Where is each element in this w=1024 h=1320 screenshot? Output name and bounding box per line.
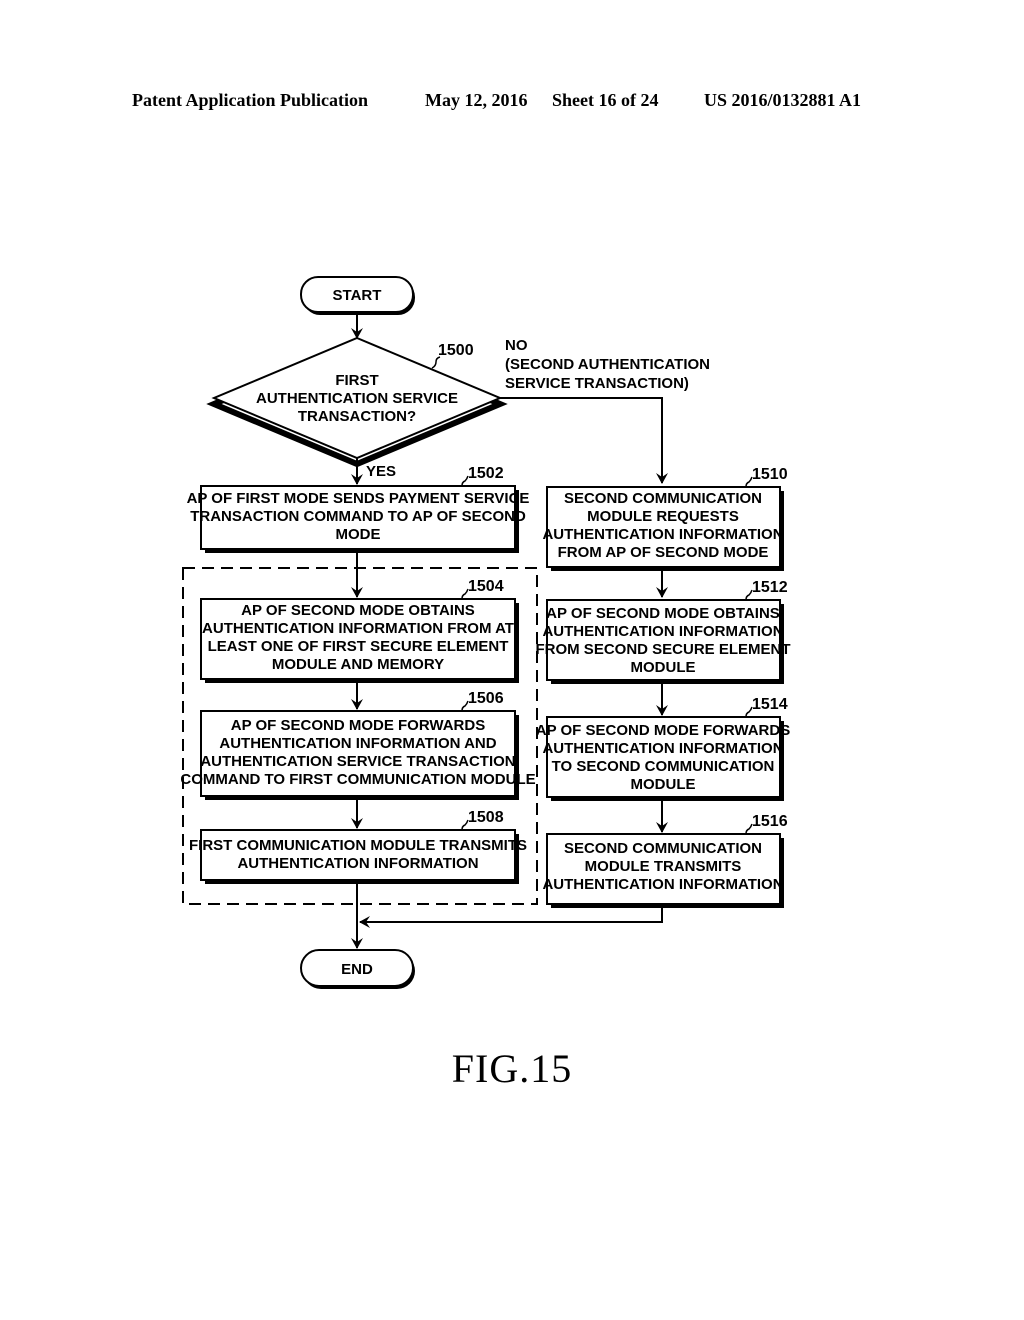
ref-1502: 1502: [468, 465, 504, 482]
decision-line-1: FIRST: [335, 372, 378, 389]
step-text-line: MODULE: [631, 776, 696, 793]
no-label-3: SERVICE TRANSACTION): [505, 375, 689, 392]
step-text-line: AUTHENTICATION INFORMATION: [237, 855, 478, 872]
step-text-line: LEAST ONE OF FIRST SECURE ELEMENT: [208, 638, 509, 655]
ref-1516: 1516: [752, 813, 788, 830]
step-text-line: SECOND COMMUNICATION: [564, 490, 762, 507]
step-text-line: AUTHENTICATION INFORMATION AND: [219, 735, 496, 752]
step-text-line: FROM SECOND SECURE ELEMENT: [535, 641, 790, 658]
step-text-line: MODULE AND MEMORY: [272, 656, 444, 673]
arrow-no-branch: [500, 397, 668, 484]
ref-1500: 1500: [438, 342, 474, 359]
step-text-line: TO SECOND COMMUNICATION: [552, 758, 775, 775]
start-label: START: [333, 287, 382, 304]
step-text-line: AUTHENTICATION INFORMATION FROM AT: [202, 620, 514, 637]
ref-1512: 1512: [752, 579, 788, 596]
step-1510: SECOND COMMUNICATION MODULE REQUESTS AUT…: [542, 466, 788, 571]
decision-line-3: TRANSACTION?: [298, 408, 416, 425]
step-text-line: FIRST COMMUNICATION MODULE TRANSMITS: [189, 837, 527, 854]
step-text-line: AP OF SECOND MODE FORWARDS: [536, 722, 790, 739]
step-text-line: AP OF SECOND MODE OBTAINS: [546, 605, 780, 622]
step-text-line: MODULE: [631, 659, 696, 676]
step-text-line: MODULE REQUESTS: [587, 508, 739, 525]
step-text-line: AUTHENTICATION SERVICE TRANSACTION: [200, 753, 515, 770]
yes-label: YES: [366, 463, 396, 480]
step-text-line: AP OF SECOND MODE OBTAINS: [241, 602, 475, 619]
step-text-line: SECOND COMMUNICATION: [564, 840, 762, 857]
step-text-line: AUTHENTICATION INFORMATION: [542, 526, 783, 543]
ref-1514: 1514: [752, 696, 788, 713]
step-text-line: MODULE TRANSMITS: [585, 858, 742, 875]
step-text-line: TRANSACTION COMMAND TO AP OF SECOND: [190, 508, 526, 525]
step-1516: SECOND COMMUNICATION MODULE TRANSMITS AU…: [542, 813, 788, 908]
flowchart: START FIRST AUTHENTICATION SERVICE TRANS…: [180, 276, 791, 989]
step-1504: AP OF SECOND MODE OBTAINS AUTHENTICATION…: [200, 578, 519, 683]
ref-1504: 1504: [468, 578, 504, 595]
no-label-2: (SECOND AUTHENTICATION: [505, 356, 710, 373]
step-text-line: COMMAND TO FIRST COMMUNICATION MODULE: [180, 771, 535, 788]
ref-1506: 1506: [468, 690, 504, 707]
decision-1500: FIRST AUTHENTICATION SERVICE TRANSACTION…: [206, 336, 508, 468]
no-label-1: NO: [505, 337, 528, 354]
step-text-line: AP OF FIRST MODE SENDS PAYMENT SERVICE: [187, 490, 530, 507]
step-text-line: AUTHENTICATION INFORMATION: [542, 740, 783, 757]
step-text-line: MODE: [336, 526, 381, 543]
figure-label: FIG.15: [451, 1046, 573, 1091]
step-text-line: FROM AP OF SECOND MODE: [558, 544, 769, 561]
step-text-line: AUTHENTICATION INFORMATION: [542, 876, 783, 893]
step-text-line: AP OF SECOND MODE FORWARDS: [231, 717, 485, 734]
step-text-line: AUTHENTICATION INFORMATION: [542, 623, 783, 640]
ref-1510: 1510: [752, 466, 788, 483]
start-terminator: START: [300, 276, 415, 315]
ref-1508: 1508: [468, 809, 504, 826]
end-terminator: END: [300, 949, 415, 989]
end-label: END: [341, 961, 373, 978]
decision-line-2: AUTHENTICATION SERVICE: [256, 390, 458, 407]
